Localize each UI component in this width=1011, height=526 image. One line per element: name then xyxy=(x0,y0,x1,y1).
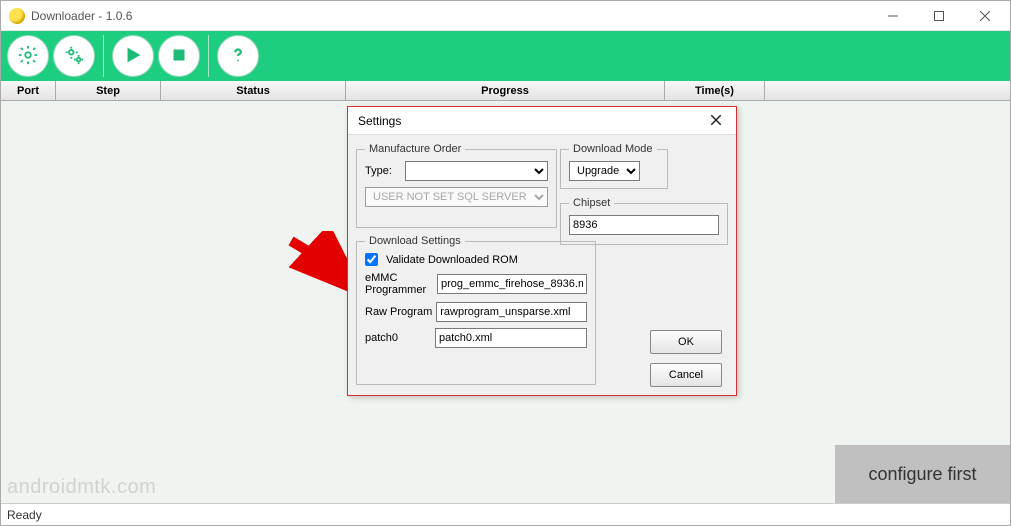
raw-label: Raw Program xyxy=(365,306,432,318)
manufacture-order-group: Manufacture Order Type: USER NOT SET SQL… xyxy=(356,143,557,228)
ok-button[interactable]: OK xyxy=(650,330,722,354)
header-time[interactable]: Time(s) xyxy=(665,81,765,100)
validate-rom-checkbox[interactable] xyxy=(365,253,378,266)
dialog-close-button[interactable] xyxy=(702,110,730,132)
app-window: Downloader - 1.0.6 xyxy=(0,0,1011,526)
header-progress[interactable]: Progress xyxy=(346,81,665,100)
close-icon xyxy=(711,114,721,128)
chipset-input[interactable] xyxy=(569,215,719,235)
help-icon xyxy=(227,44,249,69)
emmc-input[interactable] xyxy=(437,274,587,294)
settings2-button[interactable] xyxy=(53,35,95,77)
raw-input[interactable] xyxy=(436,302,587,322)
type-label: Type: xyxy=(365,165,401,177)
stop-icon xyxy=(168,44,190,69)
dialog-body: Manufacture Order Type: USER NOT SET SQL… xyxy=(348,135,736,395)
toolbar-separator xyxy=(103,35,104,77)
type-select[interactable] xyxy=(405,161,548,181)
header-end xyxy=(765,81,1010,100)
download-mode-group: Download Mode Upgrade xyxy=(560,143,668,189)
client-area: Settings Manufacture Order Type: xyxy=(1,101,1010,503)
cancel-button[interactable]: Cancel xyxy=(650,363,722,387)
header-port[interactable]: Port xyxy=(1,81,56,100)
gears-icon xyxy=(63,44,85,69)
start-button[interactable] xyxy=(112,35,154,77)
minimize-button[interactable] xyxy=(870,1,916,31)
statusbar: Ready xyxy=(1,503,1010,525)
patch0-label: patch0 xyxy=(365,332,431,344)
gear-icon xyxy=(17,44,39,69)
close-button[interactable] xyxy=(962,1,1008,31)
play-icon xyxy=(122,44,144,69)
stop-button[interactable] xyxy=(158,35,200,77)
dialog-title: Settings xyxy=(358,114,401,128)
status-text: Ready xyxy=(7,508,42,522)
app-icon xyxy=(9,8,25,24)
help-button[interactable] xyxy=(217,35,259,77)
sql-server-select: USER NOT SET SQL SERVER xyxy=(365,187,548,207)
manufacture-order-legend: Manufacture Order xyxy=(365,143,465,155)
chipset-legend: Chipset xyxy=(569,197,614,209)
maximize-button[interactable] xyxy=(916,1,962,31)
download-settings-legend: Download Settings xyxy=(365,235,465,247)
download-mode-legend: Download Mode xyxy=(569,143,657,155)
download-mode-select[interactable]: Upgrade xyxy=(569,161,640,181)
patch0-input[interactable] xyxy=(435,328,587,348)
configure-callout: configure first xyxy=(835,445,1010,503)
window-title: Downloader - 1.0.6 xyxy=(31,9,132,23)
validate-rom-label: Validate Downloaded ROM xyxy=(386,254,518,266)
titlebar: Downloader - 1.0.6 xyxy=(1,1,1010,31)
header-step[interactable]: Step xyxy=(56,81,161,100)
toolbar-separator xyxy=(208,35,209,77)
toolbar xyxy=(1,31,1010,81)
column-headers: Port Step Status Progress Time(s) xyxy=(1,81,1010,101)
settings-dialog: Settings Manufacture Order Type: xyxy=(347,106,737,396)
download-settings-group: Download Settings Validate Downloaded RO… xyxy=(356,235,596,385)
dialog-titlebar: Settings xyxy=(348,107,736,135)
emmc-label: eMMC Programmer xyxy=(365,272,433,296)
window-controls xyxy=(870,1,1008,31)
header-status[interactable]: Status xyxy=(161,81,346,100)
settings-button[interactable] xyxy=(7,35,49,77)
